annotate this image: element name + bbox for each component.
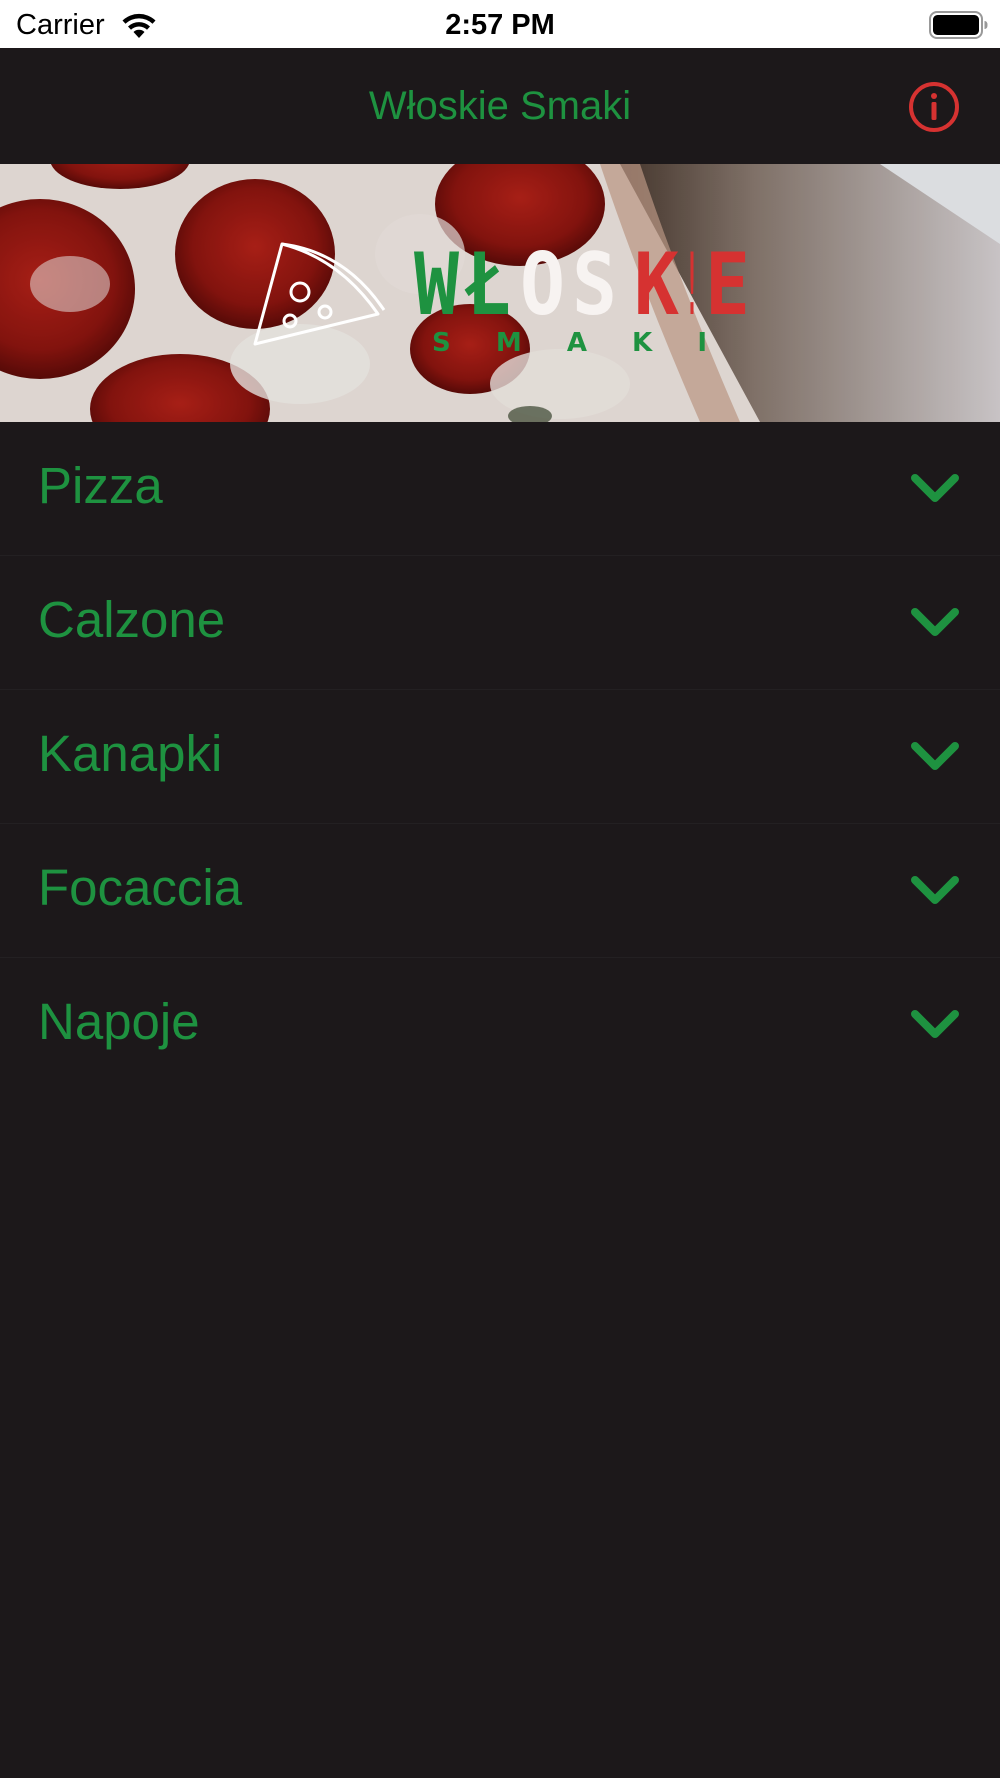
chevron-down-icon[interactable] (910, 738, 960, 774)
category-row-focaccia[interactable]: Focaccia (0, 824, 1000, 958)
category-label: Pizza (38, 457, 163, 514)
chevron-down-icon[interactable] (910, 604, 960, 640)
pizza-photo: W Ł O S K ! E S M A K I (0, 164, 1000, 422)
category-label: Napoje (38, 993, 200, 1050)
category-label: Calzone (38, 591, 226, 648)
logo-letter: W (414, 235, 459, 335)
logo-letter: ! (685, 235, 699, 335)
page-title: Włoskie Smaki (368, 84, 632, 128)
category-label: Kanapki (38, 725, 223, 782)
status-time: 2:57 PM (445, 9, 555, 41)
category-row-calzone[interactable]: Calzone (0, 556, 1000, 690)
category-row-kanapki[interactable]: Kanapki (0, 690, 1000, 824)
chevron-down-icon[interactable] (910, 872, 960, 908)
category-list: Pizza Calzone Kanapki Focaccia Napoje (0, 422, 1000, 1092)
category-row-pizza[interactable]: Pizza (0, 422, 1000, 556)
logo-letter: O (520, 235, 565, 335)
category-row-napoje[interactable]: Napoje (0, 958, 1000, 1092)
battery-icon (929, 11, 988, 39)
logo-letter: Ł (464, 235, 511, 335)
logo-letter: S (572, 235, 617, 335)
info-icon[interactable] (908, 81, 960, 133)
banner-image: W Ł O S K ! E S M A K I (0, 164, 1000, 422)
category-label: Focaccia (38, 859, 243, 916)
logo-letter: E (705, 235, 750, 335)
logo-letter: K (634, 235, 679, 335)
status-bar: Carrier 2:57 PM (0, 0, 1000, 48)
chevron-down-icon[interactable] (910, 470, 960, 506)
app-screen: Carrier 2:57 PM Włoskie Smaki W Ł O S K … (0, 0, 1000, 1778)
navigation-bar: Włoskie Smaki (0, 48, 1000, 164)
chevron-down-icon[interactable] (910, 1006, 960, 1042)
